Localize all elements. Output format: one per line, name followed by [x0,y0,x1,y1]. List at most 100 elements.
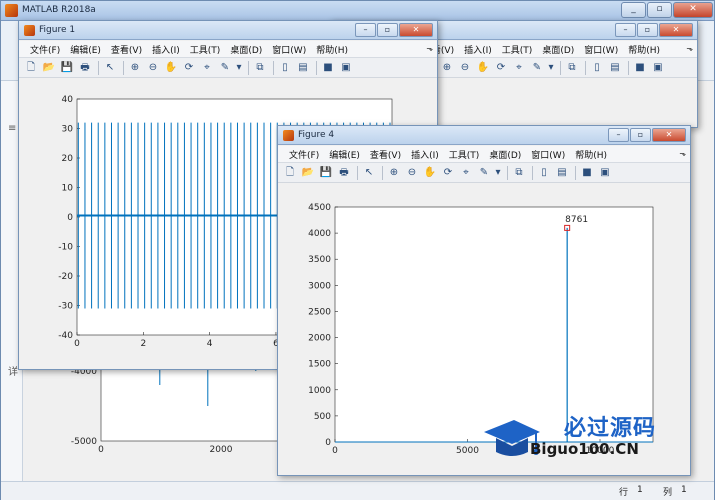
minimize-button[interactable]: _ [621,2,646,18]
rotate-icon[interactable]: ⟳ [493,60,509,76]
pan-hand-icon[interactable]: ✋ [163,60,179,76]
data-cursor-icon[interactable]: ⌖ [199,60,215,76]
colorbar-icon[interactable]: ▯ [277,60,293,76]
minimize-button[interactable]: – [355,23,376,37]
menu-item[interactable]: 窗口(W) [267,43,311,56]
toolbar-separator [585,60,586,75]
figure-bg-window-controls: – ▫ ✕ [615,23,693,37]
menu-item[interactable]: 插入(I) [147,43,185,56]
hide-plot-tools-icon[interactable]: ■ [632,60,648,76]
menu-overflow-arrow-icon[interactable]: ⬎ [686,44,693,53]
close-button[interactable]: ✕ [399,23,433,37]
pointer-icon[interactable]: ↖ [361,165,377,181]
save-icon[interactable]: 💾 [59,60,75,76]
brush-icon[interactable]: ✎ [529,60,545,76]
figure-1-menubar: 文件(F) 编辑(E) 查看(V) 插入(I) 工具(T) 桌面(D) 窗口(W) 帮助(H)… [19,41,437,58]
menu-item[interactable]: 窗口(W) [579,43,623,56]
menu-item[interactable]: 帮助(H) [570,148,612,161]
dropdown-arrow-icon[interactable]: ▾ [547,60,555,76]
new-file-icon[interactable]: 🗋 [23,60,39,76]
toolbar-separator [507,165,508,180]
status-row-label: 行 [619,488,629,498]
toolbar-separator [98,60,99,75]
brush-icon[interactable]: ✎ [476,165,492,181]
link-plot-icon[interactable]: ⧉ [252,60,268,76]
rotate-icon[interactable]: ⟳ [181,60,197,76]
menu-item[interactable]: 桌面(D) [537,43,579,56]
menu-item[interactable]: 帮助(H) [311,43,353,56]
menu-item[interactable]: 窗口(W) [526,148,570,161]
close-button[interactable]: ✕ [652,128,686,142]
maximize-button[interactable]: ▫ [637,23,658,37]
close-button[interactable]: ✕ [673,2,713,18]
open-folder-icon[interactable]: 📂 [300,165,316,181]
link-plot-icon[interactable]: ⧉ [564,60,580,76]
maximize-button[interactable]: ▫ [647,2,672,18]
menu-item[interactable]: 编辑(E) [324,148,365,161]
pan-hand-icon[interactable]: ✋ [422,165,438,181]
link-plot-icon[interactable]: ⧉ [511,165,527,181]
menu-item[interactable]: 工具(T) [185,43,226,56]
zoom-in-icon[interactable]: ⊕ [439,60,455,76]
menu-item[interactable]: 插入(I) [459,43,497,56]
pointer-icon[interactable]: ↖ [102,60,118,76]
menu-overflow-arrow-icon[interactable]: ⬎ [426,44,433,53]
figure-1-toolbar: 🗋 📂 💾 🖶 ↖ ⊕ ⊖ ✋ ⟳ ⌖ ✎ ▾ ⧉ ▯ ▤ ■ ▣ [19,58,437,78]
hide-plot-tools-icon[interactable]: ■ [320,60,336,76]
y-tick-label: -5000 [71,437,97,447]
zoom-out-icon[interactable]: ⊖ [145,60,161,76]
brush-icon[interactable]: ✎ [217,60,233,76]
zoom-out-icon[interactable]: ⊖ [404,165,420,181]
menu-item[interactable]: 文件(F) [284,148,324,161]
dropdown-arrow-icon[interactable]: ▾ [494,165,502,181]
hide-plot-tools-icon[interactable]: ■ [579,165,595,181]
zoom-in-icon[interactable]: ⊕ [127,60,143,76]
menu-item[interactable]: 工具(T) [497,43,538,56]
menu-item[interactable]: 插入(I) [406,148,444,161]
dropdown-arrow-icon[interactable]: ▾ [235,60,243,76]
data-cursor-icon[interactable]: ⌖ [458,165,474,181]
x-tick-label: 5000 [456,446,479,456]
menu-item[interactable]: 查看(V) [365,148,406,161]
minimize-button[interactable]: – [608,128,629,142]
open-folder-icon[interactable]: 📂 [41,60,57,76]
menu-item[interactable]: 文件(F) [25,43,65,56]
show-plot-tools-icon[interactable]: ▣ [650,60,666,76]
zoom-in-icon[interactable]: ⊕ [386,165,402,181]
minimize-button[interactable]: – [615,23,636,37]
menu-item[interactable]: 编辑(E) [65,43,106,56]
y-tick-label: 30 [62,125,74,135]
print-icon[interactable]: 🖶 [77,60,93,76]
menu-item[interactable]: 桌面(D) [225,43,267,56]
zoom-out-icon[interactable]: ⊖ [457,60,473,76]
figure-4-titlebar: Figure 4 – ▫ ✕ [278,126,690,145]
menu-item[interactable]: 帮助(H) [623,43,665,56]
colorbar-icon[interactable]: ▯ [536,165,552,181]
save-icon[interactable]: 💾 [318,165,334,181]
colorbar-icon[interactable]: ▯ [589,60,605,76]
print-icon[interactable]: 🖶 [336,165,352,181]
side-panel-glyph: 详 [8,367,18,378]
legend-icon[interactable]: ▤ [295,60,311,76]
show-plot-tools-icon[interactable]: ▣ [338,60,354,76]
menu-overflow-arrow-icon[interactable]: ⬎ [679,149,686,158]
menu-item[interactable]: 桌面(D) [484,148,526,161]
show-plot-tools-icon[interactable]: ▣ [597,165,613,181]
toolbar-separator [273,60,274,75]
toolbar-separator [560,60,561,75]
legend-icon[interactable]: ▤ [607,60,623,76]
pan-hand-icon[interactable]: ✋ [475,60,491,76]
matlab-figure-icon [283,130,294,141]
menu-item[interactable]: 工具(T) [444,148,485,161]
maximize-button[interactable]: ▫ [377,23,398,37]
close-button[interactable]: ✕ [659,23,693,37]
legend-icon[interactable]: ▤ [554,165,570,181]
data-cursor-icon[interactable]: ⌖ [511,60,527,76]
list-icon[interactable]: ≡ [8,123,16,134]
rotate-icon[interactable]: ⟳ [440,165,456,181]
menu-item[interactable]: 查看(V) [106,43,147,56]
maximize-button[interactable]: ▫ [630,128,651,142]
watermark-url: Biguo100.CN [530,440,639,458]
new-file-icon[interactable]: 🗋 [282,165,298,181]
y-tick-label: 10 [62,184,74,194]
